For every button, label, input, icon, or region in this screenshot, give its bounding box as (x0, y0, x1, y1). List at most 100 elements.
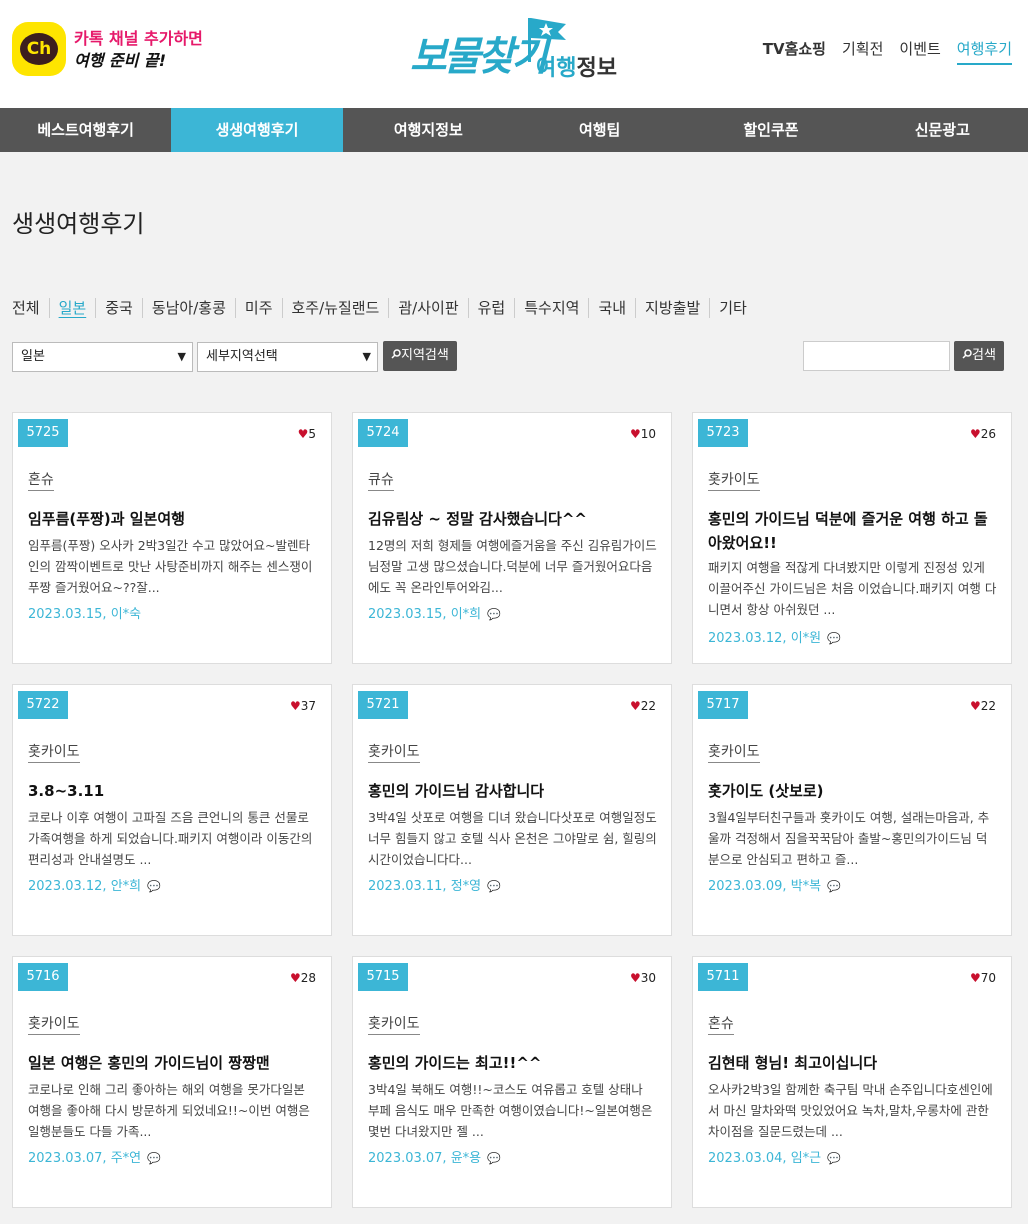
region-tab-americas[interactable]: 미주 (234, 298, 282, 318)
review-card[interactable]: 5716 ♥28 홋카이도 일본 여행은 홍민의 가이드님이 짱짱맨 코로나로 … (12, 956, 332, 1208)
heart-icon: ♥ (629, 699, 641, 713)
review-date-author: 2023.03.07, 윤*용 (368, 1151, 482, 1166)
kakao-channel-banner[interactable]: 카톡 채널 추가하면 여행 준비 끝! (74, 28, 203, 72)
topnav-event[interactable]: 이벤트 (899, 38, 940, 65)
comment-icon: 💬 (487, 608, 501, 621)
region-search-button[interactable]: 지역검색 (383, 341, 457, 371)
kakao-banner-line1: 카톡 채널 추가하면 (74, 29, 203, 48)
chevron-down-icon: ▼ (177, 350, 186, 363)
region-tab-domestic[interactable]: 국내 (588, 298, 635, 318)
review-number: 5722 (18, 691, 68, 719)
review-title[interactable]: 일본 여행은 홍민의 가이드님이 짱짱맨 (28, 1051, 318, 1075)
review-excerpt: 3박4일 삿포로 여행을 디녀 왔습니다삿포로 여행일정도 너무 힘들지 않고 … (368, 810, 657, 867)
site-logo[interactable]: 보물찾기 여행정보 (410, 14, 630, 84)
review-title[interactable]: 김현태 형님! 최고이십니다 (708, 1051, 998, 1075)
nav-best-reviews[interactable]: 베스트여행후기 (0, 108, 171, 152)
region-tab-oceania[interactable]: 호주/뉴질랜드 (281, 298, 389, 318)
like-count[interactable]: ♥10 (630, 427, 656, 441)
detail-region-select[interactable]: 세부지역선택 ▼ (197, 342, 378, 372)
review-card[interactable]: 5723 ♥26 홋카이도 홍민의 가이드님 덕분에 즐거운 여행 하고 돌아왔… (692, 412, 1012, 664)
country-select[interactable]: 일본 ▼ (12, 342, 193, 372)
search-button[interactable]: 검색 (954, 341, 1004, 371)
like-count-value: 30 (640, 971, 656, 985)
review-card[interactable]: 5725 ♥5 혼슈 임푸름(푸짱)과 일본여행 임푸름(푸짱) 오사카 2박3… (12, 412, 332, 664)
heart-icon: ♥ (289, 699, 301, 713)
review-date-author: 2023.03.15, 이*숙 (28, 607, 142, 622)
topnav-reviews[interactable]: 여행후기 (956, 38, 1012, 65)
nav-live-reviews[interactable]: 생생여행후기 (171, 108, 343, 152)
region-tab-etc[interactable]: 기타 (709, 298, 756, 318)
comment-icon: 💬 (487, 880, 501, 893)
review-meta: 2023.03.04, 임*근 💬 (708, 1147, 841, 1166)
review-number: 5725 (18, 419, 68, 447)
review-title[interactable]: 홋가이도 (삿보로) (708, 779, 998, 803)
review-title[interactable]: 3.8~3.11 (28, 779, 318, 803)
review-meta: 2023.03.07, 주*연 💬 (28, 1147, 161, 1166)
kakao-channel-icon[interactable]: Ch (12, 22, 66, 76)
topnav-tv-shopping[interactable]: TV홈쇼핑 (763, 38, 826, 65)
region-tab-local-departure[interactable]: 지방출발 (635, 298, 709, 318)
like-count-value: 22 (640, 699, 656, 713)
region-tab-japan[interactable]: 일본 (48, 298, 96, 318)
site-header: Ch 카톡 채널 추가하면 여행 준비 끝! 보물찾기 여행정보 TV홈쇼핑 기… (0, 0, 1028, 108)
review-title[interactable]: 홍민의 가이드는 최고!!^^ (368, 1051, 658, 1075)
search-icon (962, 349, 972, 359)
review-meta: 2023.03.15, 이*희 💬 (368, 603, 501, 622)
nav-destination-info[interactable]: 여행지정보 (343, 108, 514, 152)
review-title[interactable]: 홍민의 가이드님 덕분에 즐거운 여행 하고 돌아왔어요!! (708, 507, 998, 555)
review-number: 5717 (698, 691, 748, 719)
review-category: 홋카이도 (708, 741, 760, 763)
like-count[interactable]: ♥30 (630, 971, 656, 985)
review-card[interactable]: 5722 ♥37 홋카이도 3.8~3.11 코로나 이후 여행이 고파질 즈음… (12, 684, 332, 936)
nav-travel-tips[interactable]: 여행팁 (514, 108, 685, 152)
kakao-banner-line2: 여행 준비 끝! (74, 51, 167, 70)
like-count[interactable]: ♥37 (290, 699, 316, 713)
page-title: 생생여행후기 (12, 210, 145, 238)
review-card[interactable]: 5711 ♥70 혼슈 김현태 형님! 최고이십니다 오사카2박3일 함께한 축… (692, 956, 1012, 1208)
region-tab-guam[interactable]: 괌/사이판 (388, 298, 467, 318)
review-meta: 2023.03.12, 안*희 💬 (28, 875, 161, 894)
region-tab-europe[interactable]: 유럽 (467, 298, 515, 318)
top-nav: TV홈쇼핑 기획전 이벤트 여행후기 (763, 38, 1012, 65)
review-meta: 2023.03.09, 박*복 💬 (708, 875, 841, 894)
search-input[interactable] (803, 341, 950, 371)
review-category: 홋카이도 (708, 469, 760, 491)
comment-icon: 💬 (487, 1152, 501, 1165)
review-title[interactable]: 홍민의 가이드님 감사합니다 (368, 779, 658, 803)
review-card[interactable]: 5721 ♥22 홋카이도 홍민의 가이드님 감사합니다 3박4일 삿포로 여행… (352, 684, 672, 936)
region-tab-special[interactable]: 특수지역 (514, 298, 588, 318)
review-meta: 2023.03.11, 정*영 💬 (368, 875, 501, 894)
review-number: 5721 (358, 691, 408, 719)
comment-icon: 💬 (147, 880, 161, 893)
like-count[interactable]: ♥26 (970, 427, 996, 441)
review-title[interactable]: 임푸름(푸짱)과 일본여행 (28, 507, 318, 531)
review-card[interactable]: 5717 ♥22 홋카이도 홋가이도 (삿보로) 3월4일부터친구들과 홋카이도… (692, 684, 1012, 936)
like-count[interactable]: ♥22 (630, 699, 656, 713)
nav-coupons[interactable]: 할인쿠폰 (685, 108, 856, 152)
review-date-author: 2023.03.09, 박*복 (708, 879, 822, 894)
main-nav: 베스트여행후기 생생여행후기 여행지정보 여행팁 할인쿠폰 신문광고 (0, 108, 1028, 152)
heart-icon: ♥ (969, 699, 981, 713)
like-count[interactable]: ♥5 (298, 427, 316, 441)
review-card[interactable]: 5724 ♥10 큐슈 김유림상 ~ 정말 감사했습니다^^ 12명의 저희 형… (352, 412, 672, 664)
region-tab-china[interactable]: 중국 (95, 298, 142, 318)
review-meta: 2023.03.15, 이*숙 (28, 603, 141, 622)
region-tab-all[interactable]: 전체 (12, 298, 49, 318)
like-count-value: 10 (640, 427, 656, 441)
like-count-value: 37 (300, 699, 316, 713)
topnav-special[interactable]: 기획전 (842, 38, 883, 65)
brand-sub-b: 정보 (576, 56, 617, 81)
like-count[interactable]: ♥70 (970, 971, 996, 985)
review-date-author: 2023.03.07, 주*연 (28, 1151, 142, 1166)
review-category: 혼슈 (28, 469, 54, 491)
region-tab-sea[interactable]: 동남아/홍콩 (141, 298, 235, 318)
region-search-label: 지역검색 (401, 348, 449, 363)
nav-newspaper-ads[interactable]: 신문광고 (857, 108, 1028, 152)
review-excerpt: 패키지 여행을 적잖게 다녀봤지만 이렇게 진정성 있게 이끌어주신 가이드님은… (708, 560, 997, 617)
review-title[interactable]: 김유림상 ~ 정말 감사했습니다^^ (368, 507, 658, 531)
review-category: 홋카이도 (368, 1013, 420, 1035)
review-card[interactable]: 5715 ♥30 홋카이도 홍민의 가이드는 최고!!^^ 3박4일 북해도 여… (352, 956, 672, 1208)
like-count[interactable]: ♥22 (970, 699, 996, 713)
like-count[interactable]: ♥28 (290, 971, 316, 985)
review-excerpt: 코로나로 인해 그리 좋아하는 해외 여행을 못가다일본 여행을 좋아해 다시 … (28, 1082, 310, 1139)
